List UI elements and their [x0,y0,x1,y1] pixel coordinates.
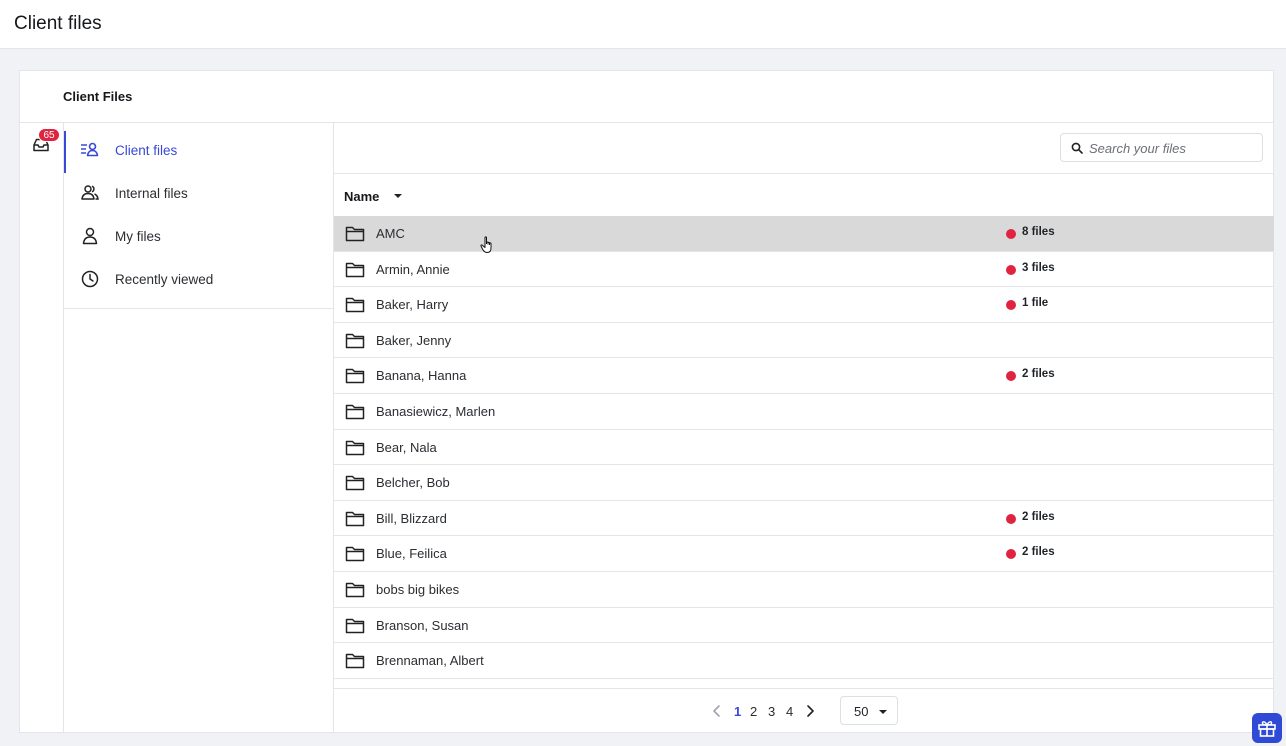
client-files-card: Client Files 65 Client files Internal fi… [19,70,1274,733]
users-icon [80,183,100,203]
folder-icon [345,369,365,384]
top-bar: Client files [0,0,1286,49]
folder-name: Baker, Jenny [376,332,452,348]
client-files-icon [80,140,100,160]
folder-icon [345,511,365,527]
page-3[interactable]: 3 [768,704,775,719]
unread-dot [1006,264,1016,275]
card-title: Client Files [63,89,133,104]
folder-icon [345,297,365,313]
folder-name: Armin, Annie [376,261,450,277]
folder-icon [345,333,365,349]
sidebar-item-label: Recently viewed [115,272,214,287]
file-count: 3 files [1022,261,1055,274]
sidebar-item-client-files[interactable]: Client files [64,129,333,173]
file-list-panel: Name AMC 8 files Armin, Annie 3 files Baker,… [334,123,1274,733]
sidebar-item-label: My files [115,229,161,244]
sidebar-item-label: Internal files [115,186,188,201]
folder-name: Bear, Nala [376,439,437,455]
folder-icon [345,547,365,562]
folder-row[interactable]: Banasiewicz, Marlen [334,394,1274,430]
list-header: Name [334,173,1274,216]
unread-dot [1006,549,1016,560]
folder-row[interactable]: Blue, Feilica 2 files [334,536,1274,572]
folder-list: AMC 8 files Armin, Annie 3 files Baker, Harr… [334,216,1274,688]
folder-row[interactable]: Armin, Annie 3 files [334,252,1274,288]
page-size-select[interactable]: 50 [840,696,898,725]
folder-row[interactable]: Banana, Hanna 2 files [334,358,1274,394]
gift-icon [1258,721,1276,737]
unread-dot [1006,300,1016,311]
folder-row[interactable]: AMC 8 files [334,216,1274,252]
folder-name: Bill, Blizzard [376,510,447,526]
file-count: 2 files [1022,368,1055,381]
folder-name: Banana, Hanna [376,368,467,384]
page-size-value: 50 [854,704,869,719]
clock-icon [80,269,100,289]
pagination: 1 2 3 4 50 [334,688,1274,733]
folder-name: AMC [376,226,405,241]
search-icon [1071,142,1083,154]
folder-row[interactable]: bobs big bikes [334,572,1274,608]
folder-row[interactable]: Baker, Jenny [334,323,1274,359]
folder-icon [345,582,365,598]
gift-button[interactable] [1252,713,1282,743]
unread-dot [1006,229,1016,239]
user-icon [80,226,100,246]
inbox-count-badge: 65 [38,128,60,142]
file-count: 1 file [1022,297,1049,310]
folder-icon [345,618,365,633]
folder-icon [345,226,365,242]
folder-row[interactable]: Bill, Blizzard 2 files [334,501,1274,537]
page-1[interactable]: 1 [734,704,741,719]
sidebar: Client files Internal files My files Rec… [64,123,334,733]
sidebar-list: Client files Internal files My files Rec… [64,123,333,309]
sidebar-item-label: Client files [115,143,178,158]
chevron-left-icon[interactable] [711,704,723,718]
left-rail: 65 [20,123,64,733]
unread-dot [1006,513,1016,524]
search-input[interactable] [1089,137,1257,159]
folder-name: Branson, Susan [376,617,469,633]
folder-icon [345,404,365,420]
hand-cursor-icon [480,236,492,253]
folder-icon [345,653,365,669]
search-box[interactable] [1060,133,1263,162]
folder-row[interactable]: Bear, Nala [334,430,1274,466]
sidebar-item-internal-files[interactable]: Internal files [64,172,333,215]
sort-caret-icon[interactable] [394,194,402,198]
folder-name: Blue, Feilica [376,546,447,562]
name-column-header[interactable]: Name [344,189,379,204]
card-header: Client Files [20,71,1273,123]
sidebar-item-recently-viewed[interactable]: Recently viewed [64,258,333,301]
unread-dot [1006,371,1016,382]
folder-name: Baker, Harry [376,297,449,313]
folder-name: Brennaman, Albert [376,653,484,669]
folder-icon [345,262,365,277]
chevron-right-icon[interactable] [804,704,816,718]
folder-icon [345,440,365,455]
folder-name: Belcher, Bob [376,475,450,491]
page-2[interactable]: 2 [750,704,757,719]
file-count: 8 files [1022,226,1055,238]
folder-row[interactable]: Brennaman, Albert [334,643,1274,679]
folder-name: bobs big bikes [376,582,460,597]
file-count: 2 files [1022,510,1055,523]
folder-row[interactable]: Branson, Susan [334,608,1274,644]
folder-name: Banasiewicz, Marlen [376,404,496,419]
page-4[interactable]: 4 [786,704,793,719]
file-count: 2 files [1022,546,1055,559]
chevron-down-icon [879,710,887,714]
page-title: Client files [14,13,102,34]
folder-row[interactable]: Belcher, Bob [334,465,1274,501]
folder-icon [345,475,365,491]
folder-row[interactable]: Baker, Harry 1 file [334,287,1274,323]
sidebar-item-my-files[interactable]: My files [64,215,333,258]
